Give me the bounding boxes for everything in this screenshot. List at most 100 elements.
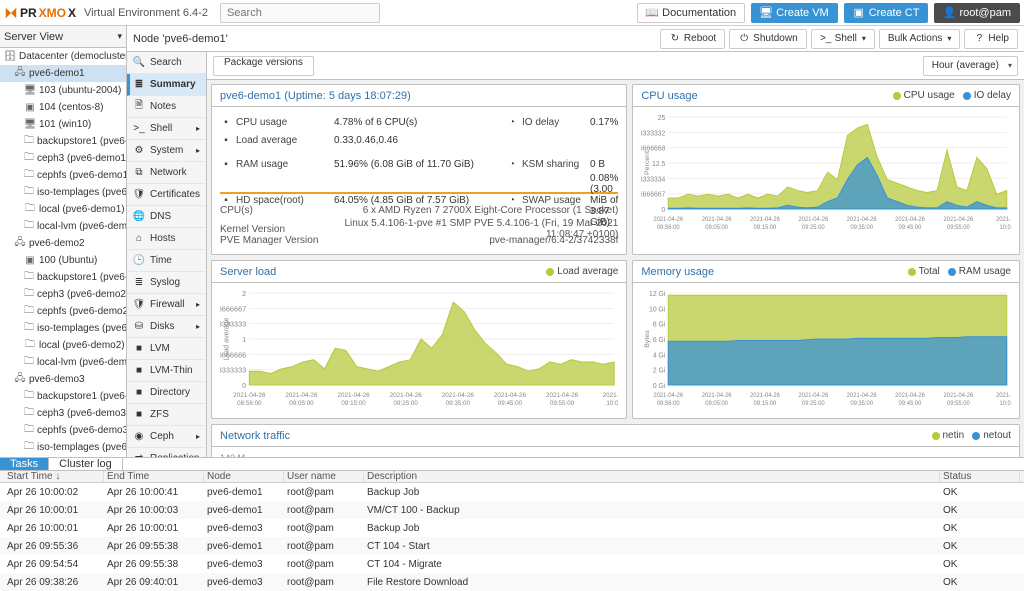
tree-item[interactable]: 🖧pve6-demo3 [0,371,126,388]
tree-body[interactable]: 🗄Datacenter (democluster10)🖧pve6-demo1🖥1… [0,48,126,457]
reboot-button[interactable]: ↻Reboot [660,29,725,49]
col-header[interactable]: Start Time ↓ [4,471,104,482]
svg-text:09:25:00: 09:25:00 [802,225,825,231]
vmenu-search[interactable]: 🔍Search [127,52,206,74]
package-versions-button[interactable]: Package versions [213,56,314,76]
vmenu-lvm[interactable]: ■LVM [127,338,206,360]
vmenu-system[interactable]: ⚙System▸ [127,140,206,162]
ct-icon: ▣ [24,102,36,114]
tree-item[interactable]: 🗀cephfs (pve6-demo3) [0,422,126,439]
chart-svg: 0 Gi2 Gi4 Gi6 Gi8 Gi10 Gi12 Gi2021-04-26… [641,289,1011,409]
task-row[interactable]: Apr 26 09:38:26Apr 26 09:40:01pve6-demo3… [0,573,1024,591]
tree-item[interactable]: 🗀backupstore1 (pve6-demo2) [0,269,126,286]
vmenu-hosts[interactable]: ⌂Hosts [127,228,206,250]
global-search[interactable] [220,3,380,23]
tree-item[interactable]: ▣100 (Ubuntu) [0,252,126,269]
col-header[interactable]: Description [364,471,940,482]
tree-item[interactable]: 🖥103 (ubuntu-2004) [0,82,126,99]
vmenu-certificates[interactable]: 🛡Certificates [127,184,206,206]
create-ct-button[interactable]: ▣Create CT [844,3,929,23]
tree-item[interactable]: 🗀ceph3 (pve6-demo3) [0,405,126,422]
vmenu-disks[interactable]: ⛁Disks▸ [127,316,206,338]
task-rows[interactable]: Apr 26 10:00:02Apr 26 10:00:41pve6-demo1… [0,483,1024,591]
panel-header: Memory usageTotalRAM usage [633,261,1019,283]
col-header[interactable]: User name [284,471,364,482]
vmenu-time[interactable]: 🕒Time [127,250,206,272]
svg-text:2021-04-26: 2021-04-26 [390,392,423,399]
vmenu-directory[interactable]: ■Directory [127,382,206,404]
tree-item[interactable]: 🗀iso-templages (pve6-demo2) [0,320,126,337]
shell-button[interactable]: >_Shell▾ [811,29,875,49]
tree-item[interactable]: 🗀cephfs (pve6-demo1) [0,167,126,184]
search-input[interactable] [220,3,380,23]
create-vm-button[interactable]: 🖥Create VM [751,3,838,23]
vertical-menu[interactable]: 🔍Search≣Summary🗎Notes>_Shell▸⚙System▸⧉Ne… [127,52,207,457]
svg-text:2021-04-26: 2021-04-26 [702,393,732,399]
tree-item[interactable]: 🗀local-lvm (pve6-demo1) [0,218,126,235]
disk-icon: 🗀 [24,153,34,165]
tree-item[interactable]: 🗀local (pve6-demo2) [0,337,126,354]
tree-item[interactable]: ▣104 (centos-8) [0,99,126,116]
time-icon: 🕒 [133,255,145,267]
disk-icon: 🗀 [24,340,36,352]
tab-clusterlog[interactable]: Cluster log [49,458,123,470]
vmenu-zfs[interactable]: ■ZFS [127,404,206,426]
tree-item[interactable]: 🗄Datacenter (democluster10) [0,48,126,65]
disk-icon: 🗀 [24,272,34,284]
vmenu-shell[interactable]: >_Shell▸ [127,118,206,140]
tree-item[interactable]: 🖥101 (win10) [0,116,126,133]
legend: netinnetout [932,430,1012,441]
tree-item[interactable]: 🗀backupstore1 (pve6-demo3) [0,388,126,405]
vmenu-firewall[interactable]: 🛡Firewall▸ [127,294,206,316]
svg-text:2021-04-26: 2021-04-26 [233,392,266,399]
vmenu-dns[interactable]: 🌐DNS [127,206,206,228]
hosts-icon: ⌂ [133,233,145,245]
docs-button[interactable]: 📖Documentation [637,3,745,23]
tree-item[interactable]: 🗀ceph3 (pve6-demo2) [0,286,126,303]
help-button[interactable]: ?Help [964,29,1018,49]
col-header[interactable]: Status [940,471,1020,482]
shutdown-button[interactable]: ⏻Shutdown [729,29,806,49]
svg-text:10:05: 10:05 [606,400,618,407]
tree-item[interactable]: 🗀iso-templages (pve6-demo3) [0,439,126,456]
tree-item[interactable]: 🖧pve6-demo2 [0,235,126,252]
chevron-right-icon: ▸ [196,432,200,441]
tree-item[interactable]: 🗀local-lvm (pve6-demo2) [0,354,126,371]
disk-icon: 🗀 [24,391,34,403]
svg-text:0: 0 [242,382,246,390]
svg-text:20.833333333333332: 20.833333333333332 [641,130,665,137]
vmenu-syslog[interactable]: ≣Syslog [127,272,206,294]
vmenu-notes[interactable]: 🗎Notes [127,96,206,118]
bulk-actions-button[interactable]: Bulk Actions▾ [879,29,961,49]
tree-item[interactable]: 🗀local (pve6-demo3) [0,456,126,457]
svg-text:10 Gi: 10 Gi [649,306,666,313]
chevron-right-icon: ▸ [196,300,200,309]
tree-item[interactable]: 🗀iso-templages (pve6-demo1) [0,184,126,201]
cube-icon: ▣ [853,7,865,19]
tree-item[interactable]: 🗀backupstore1 (pve6-demo1) [0,133,126,150]
task-row[interactable]: Apr 26 10:00:02Apr 26 10:00:41pve6-demo1… [0,483,1024,501]
vmenu-lvm-thin[interactable]: ■LVM-Thin [127,360,206,382]
tree-item[interactable]: 🗀local (pve6-demo1) [0,201,126,218]
tree-item[interactable]: 🗀cephfs (pve6-demo2) [0,303,126,320]
task-row[interactable]: Apr 26 09:54:54Apr 26 09:55:38pve6-demo3… [0,555,1024,573]
task-row[interactable]: Apr 26 09:55:36Apr 26 09:55:38pve6-demo1… [0,537,1024,555]
col-header[interactable]: Node [204,471,284,482]
tree-item[interactable]: 🖧pve6-demo1 [0,65,126,82]
user-menu[interactable]: 👤root@pam [934,3,1020,23]
col-header[interactable]: End Time [104,471,204,482]
tab-tasks[interactable]: Tasks [0,458,49,470]
ceph-icon: ◉ [133,431,145,443]
vmenu-ceph[interactable]: ◉Ceph▸ [127,426,206,448]
book-icon: 📖 [646,7,658,19]
tree-item[interactable]: 🗀ceph3 (pve6-demo1) [0,150,126,167]
vmenu-network[interactable]: ⧉Network [127,162,206,184]
svg-text:2021-04-26: 2021-04-26 [654,217,684,223]
svg-text:1.6666666666666667: 1.6666666666666667 [220,305,246,313]
tree-header[interactable]: Server View ▾ [0,26,126,48]
task-row[interactable]: Apr 26 10:00:01Apr 26 10:00:03pve6-demo1… [0,501,1024,519]
task-row[interactable]: Apr 26 10:00:01Apr 26 10:00:01pve6-demo3… [0,519,1024,537]
vmenu-summary[interactable]: ≣Summary [127,74,206,96]
vmenu-replication[interactable]: ⇄Replication [127,448,206,457]
timerange-dropdown[interactable]: Hour (average) [923,56,1018,76]
